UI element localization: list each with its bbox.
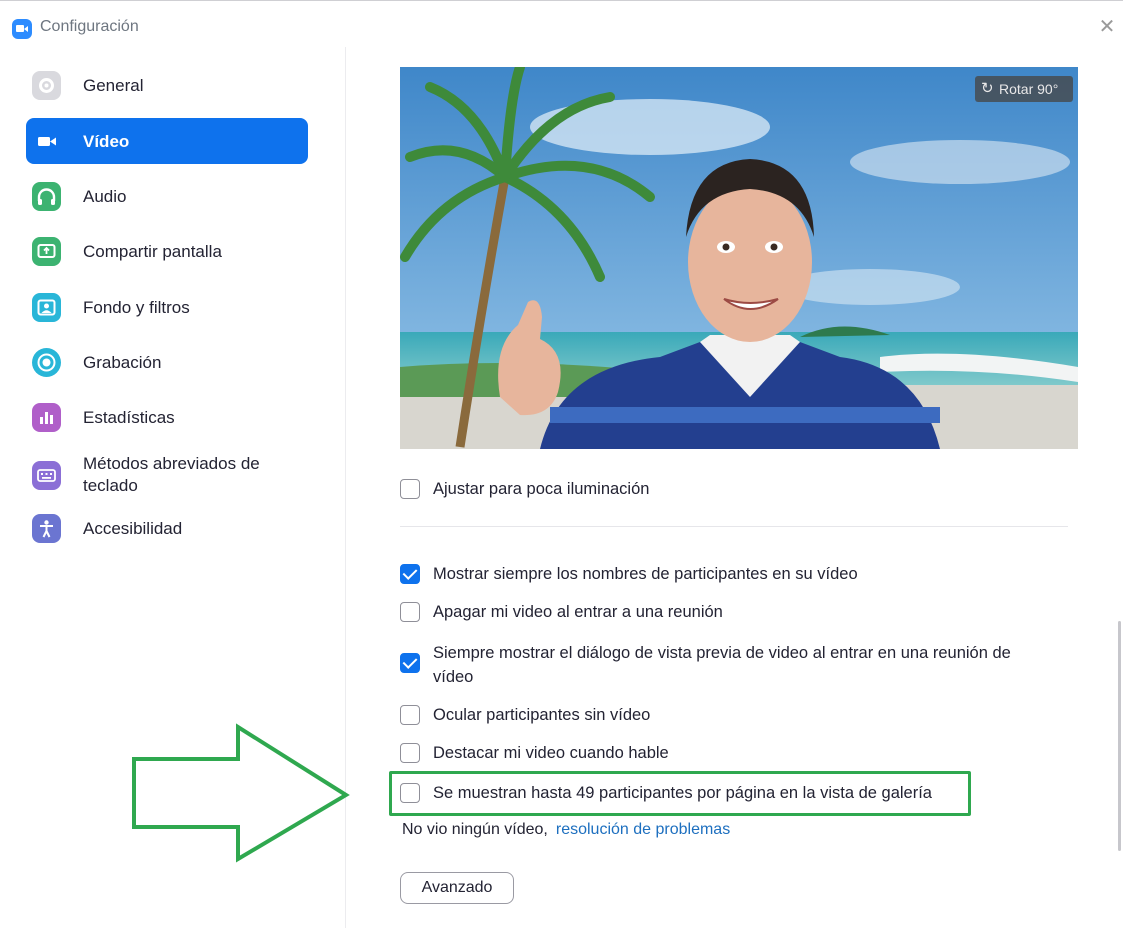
hide-no-video-label: Ocular participantes sin vídeo — [433, 706, 651, 724]
camera-preview: ↻ Rotar 90° — [400, 67, 1078, 449]
sidebar-item-video[interactable]: Vídeo — [26, 118, 308, 164]
sidebar-item-label: Grabación — [83, 353, 162, 372]
video-camera-icon — [32, 127, 61, 156]
divider — [400, 526, 1068, 527]
headphones-icon — [32, 182, 61, 211]
show-names-label: Mostrar siempre los nombres de participa… — [433, 565, 858, 583]
preview-dialog-checkbox[interactable] — [400, 653, 420, 673]
scrollbar[interactable] — [1118, 621, 1121, 851]
sidebar-item-label: Audio — [83, 187, 127, 206]
sidebar-item-background[interactable]: Fondo y filtros — [26, 284, 308, 330]
sidebar-item-recording[interactable]: Grabación — [26, 339, 308, 385]
troubleshoot-link[interactable]: resolución de problemas — [556, 821, 730, 838]
sidebar-item-share-screen[interactable]: Compartir pantalla — [26, 228, 308, 274]
sidebar-item-label: Compartir pantalla — [83, 242, 222, 261]
sidebar-item-label: General — [83, 76, 144, 95]
highlight-box — [389, 771, 971, 816]
spotlight-checkbox[interactable] — [400, 743, 420, 763]
keyboard-icon — [32, 461, 61, 490]
troubleshoot-text: No vio ningún vídeo, — [402, 821, 548, 838]
close-icon[interactable]: ✕ — [1097, 17, 1117, 37]
rotate-90-button[interactable]: ↻ Rotar 90° — [975, 76, 1073, 102]
title-bar: Configuración ✕ — [0, 5, 1123, 47]
share-screen-icon — [32, 237, 61, 266]
low-light-checkbox[interactable] — [400, 479, 420, 499]
sidebar-item-label: Métodos abreviados de teclado — [83, 454, 260, 495]
beach-background-image — [400, 67, 1078, 449]
rotate-label: Rotar 90° — [999, 81, 1059, 97]
sidebar-item-label: Estadísticas — [83, 408, 175, 427]
accessibility-icon — [32, 514, 61, 543]
rotate-icon: ↻ — [981, 80, 994, 97]
sidebar-item-label: Vídeo — [83, 132, 130, 151]
spotlight-label: Destacar mi video cuando hable — [433, 744, 669, 762]
zoom-app-icon — [12, 19, 32, 39]
gear-icon — [32, 71, 61, 100]
sidebar-item-statistics[interactable]: Estadísticas — [26, 394, 308, 440]
window-title: Configuración — [40, 18, 139, 35]
video-off-checkbox[interactable] — [400, 602, 420, 622]
settings-window: Configuración ✕ General Vídeo Audio Comp… — [0, 0, 1123, 928]
sidebar-item-label: Fondo y filtros — [83, 298, 190, 317]
sidebar-item-audio[interactable]: Audio — [26, 173, 308, 219]
sidebar-item-label: Accesibilidad — [83, 519, 183, 538]
preview-dialog-label: Siempre mostrar el diálogo de vista prev… — [433, 644, 1011, 686]
sidebar-item-accessibility[interactable]: Accesibilidad — [26, 505, 308, 551]
low-light-label: Ajustar para poca iluminación — [433, 480, 650, 498]
recording-icon — [32, 348, 61, 377]
statistics-icon — [32, 403, 61, 432]
advanced-button[interactable]: Avanzado — [400, 872, 514, 904]
troubleshoot-line: No vio ningún vídeo, resolución de proble… — [402, 821, 730, 839]
sidebar-item-keyboard-shortcuts[interactable]: Métodos abreviados de teclado — [26, 449, 308, 501]
green-arrow-annotation — [132, 723, 350, 863]
video-off-label: Apagar mi video al entrar a una reunión — [433, 603, 723, 621]
background-filters-icon — [32, 293, 61, 322]
hide-no-video-checkbox[interactable] — [400, 705, 420, 725]
sidebar-item-general[interactable]: General — [26, 62, 308, 108]
show-names-checkbox[interactable] — [400, 564, 420, 584]
